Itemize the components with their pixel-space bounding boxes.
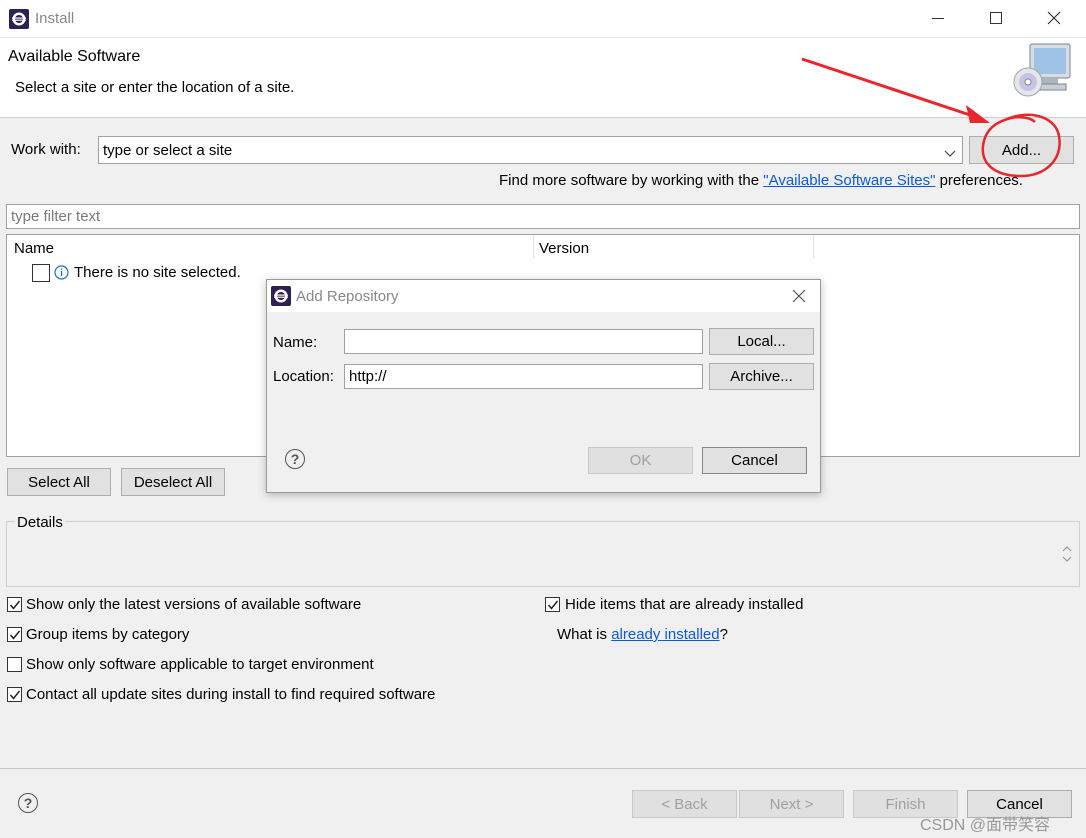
location-value: http:// bbox=[349, 368, 387, 385]
eclipse-app-icon bbox=[271, 286, 291, 306]
install-banner-icon bbox=[1012, 42, 1074, 104]
ok-button[interactable]: OK bbox=[588, 447, 693, 474]
name-label: Name: bbox=[273, 334, 318, 351]
column-version[interactable]: Version bbox=[539, 240, 589, 257]
local-button[interactable]: Local... bbox=[709, 328, 814, 355]
table-header: Name Version bbox=[7, 235, 1079, 259]
what-is-suffix: ? bbox=[719, 626, 728, 643]
dialog-title-bar: Add Repository bbox=[267, 280, 820, 312]
work-with-label: Work with: bbox=[11, 141, 81, 158]
what-is-prefix: What is bbox=[557, 626, 612, 643]
select-all-button[interactable]: Select All bbox=[7, 468, 111, 496]
work-with-value: type or select a site bbox=[103, 141, 233, 159]
latest-versions-label: Show only the latest versions of availab… bbox=[26, 596, 362, 613]
chevron-down-icon[interactable] bbox=[944, 145, 956, 157]
footer-separator bbox=[0, 768, 1086, 769]
minimize-icon[interactable] bbox=[932, 18, 944, 19]
dialog-title: Add Repository bbox=[296, 288, 399, 305]
details-group: Details bbox=[6, 514, 1080, 587]
scroll-arrows-icon[interactable] bbox=[1061, 544, 1073, 564]
location-input[interactable]: http:// bbox=[344, 364, 703, 389]
column-divider bbox=[533, 235, 534, 259]
maximize-icon[interactable] bbox=[990, 12, 1002, 24]
title-bar: Install bbox=[0, 0, 1086, 38]
close-icon[interactable] bbox=[1046, 10, 1062, 26]
find-more-prefix: Find more software by working with the bbox=[499, 172, 764, 189]
hide-installed-checkbox[interactable] bbox=[545, 597, 560, 612]
help-icon[interactable]: ? bbox=[18, 793, 38, 813]
what-is-installed-text: What is already installed? bbox=[557, 626, 728, 643]
row-checkbox[interactable] bbox=[32, 264, 50, 282]
page-title: Available Software bbox=[8, 48, 141, 65]
archive-button[interactable]: Archive... bbox=[709, 363, 814, 390]
group-by-category-label: Group items by category bbox=[26, 626, 190, 643]
filter-placeholder: type filter text bbox=[11, 208, 101, 225]
dialog-help-icon[interactable]: ? bbox=[285, 449, 305, 469]
target-env-label: Show only software applicable to target … bbox=[26, 656, 374, 673]
info-icon bbox=[54, 265, 69, 280]
watermark: CSDN @面带笑容 bbox=[920, 817, 1051, 834]
available-software-sites-link[interactable]: "Available Software Sites" bbox=[763, 172, 935, 189]
eclipse-app-icon bbox=[9, 9, 29, 29]
find-more-text: Find more software by working with the "… bbox=[499, 172, 1023, 189]
location-label: Location: bbox=[273, 368, 334, 385]
deselect-all-button[interactable]: Deselect All bbox=[121, 468, 225, 496]
column-divider bbox=[813, 235, 814, 259]
next-button[interactable]: Next > bbox=[739, 790, 844, 818]
work-with-combo[interactable]: type or select a site bbox=[98, 136, 963, 164]
dialog-close-icon[interactable] bbox=[792, 289, 806, 303]
column-name[interactable]: Name bbox=[14, 240, 54, 257]
hide-installed-label: Hide items that are already installed bbox=[565, 596, 804, 613]
add-repository-dialog: Add Repository Name: Local... Location: … bbox=[266, 279, 821, 493]
already-installed-link[interactable]: already installed bbox=[611, 626, 719, 643]
name-input[interactable] bbox=[344, 329, 703, 354]
group-by-category-checkbox[interactable] bbox=[7, 627, 22, 642]
annotation-arrow bbox=[801, 57, 990, 123]
back-button[interactable]: < Back bbox=[632, 790, 737, 818]
latest-versions-checkbox[interactable] bbox=[7, 597, 22, 612]
details-label: Details bbox=[15, 514, 65, 531]
dialog-cancel-button[interactable]: Cancel bbox=[702, 447, 807, 474]
no-site-message: There is no site selected. bbox=[74, 264, 241, 281]
target-env-checkbox[interactable] bbox=[7, 657, 22, 672]
filter-input[interactable]: type filter text bbox=[6, 204, 1080, 229]
window-title: Install bbox=[35, 10, 75, 27]
find-more-suffix: preferences. bbox=[935, 172, 1023, 189]
contact-sites-checkbox[interactable] bbox=[7, 687, 22, 702]
contact-sites-label: Contact all update sites during install … bbox=[26, 686, 436, 703]
page-subtitle: Select a site or enter the location of a… bbox=[15, 79, 295, 96]
